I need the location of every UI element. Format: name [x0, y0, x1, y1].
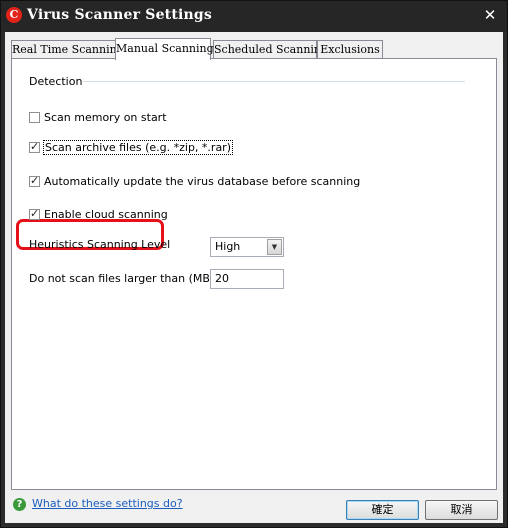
settings-window: C Virus Scanner Settings ✕ Real Time Sca… [0, 0, 508, 528]
cancel-button[interactable]: 取消 [425, 500, 498, 520]
heuristics-value: High [215, 240, 241, 253]
heuristics-select[interactable]: High ▼ [210, 237, 284, 257]
manual-scanning-panel: Detection Scan memory on start Scan arch… [11, 58, 497, 490]
size-limit-input[interactable]: 20 [210, 269, 284, 289]
tab-real-time-scanning[interactable]: Real Time Scanning [11, 40, 124, 59]
cloud-scanning-option[interactable]: Enable cloud scanning [29, 206, 168, 222]
title-bar[interactable]: C Virus Scanner Settings ✕ [1, 1, 507, 32]
auto-update-checkbox[interactable] [29, 174, 40, 187]
scan-archive-label: Scan archive files (e.g. *zip, *.rar) [42, 139, 234, 155]
detection-group-label: Detection [29, 75, 83, 88]
scan-memory-checkbox[interactable] [29, 111, 40, 123]
tab-exclusions[interactable]: Exclusions [317, 40, 383, 59]
chevron-down-icon[interactable]: ▼ [267, 239, 282, 255]
scan-memory-option[interactable]: Scan memory on start [29, 109, 167, 125]
scan-memory-label: Scan memory on start [44, 110, 167, 124]
size-limit-label: Do not scan files larger than (MB) [29, 272, 215, 285]
group-divider [83, 81, 465, 82]
auto-update-label: Automatically update the virus database … [44, 174, 361, 188]
tab-manual-scanning[interactable]: Manual Scanning [115, 38, 214, 60]
heuristics-label: Heuristics Scanning Level [29, 238, 171, 251]
dialog-body: Real Time Scanning Manual Scanning Sched… [5, 32, 503, 523]
close-icon[interactable]: ✕ [481, 6, 499, 24]
help-link[interactable]: What do these settings do? [32, 497, 183, 510]
help-icon: ? [13, 498, 26, 511]
ok-button[interactable]: 確定 [346, 500, 419, 520]
cloud-scanning-label: Enable cloud scanning [44, 207, 168, 221]
tab-scheduled-scanning[interactable]: Scheduled Scanning [213, 40, 328, 59]
cloud-scanning-checkbox[interactable] [29, 207, 40, 220]
comodo-logo-icon: C [6, 7, 22, 23]
scan-archive-checkbox[interactable] [29, 140, 40, 153]
scan-archive-option[interactable]: Scan archive files (e.g. *zip, *.rar) [29, 139, 234, 155]
auto-update-option[interactable]: Automatically update the virus database … [29, 173, 360, 189]
window-title: Virus Scanner Settings [27, 7, 212, 23]
